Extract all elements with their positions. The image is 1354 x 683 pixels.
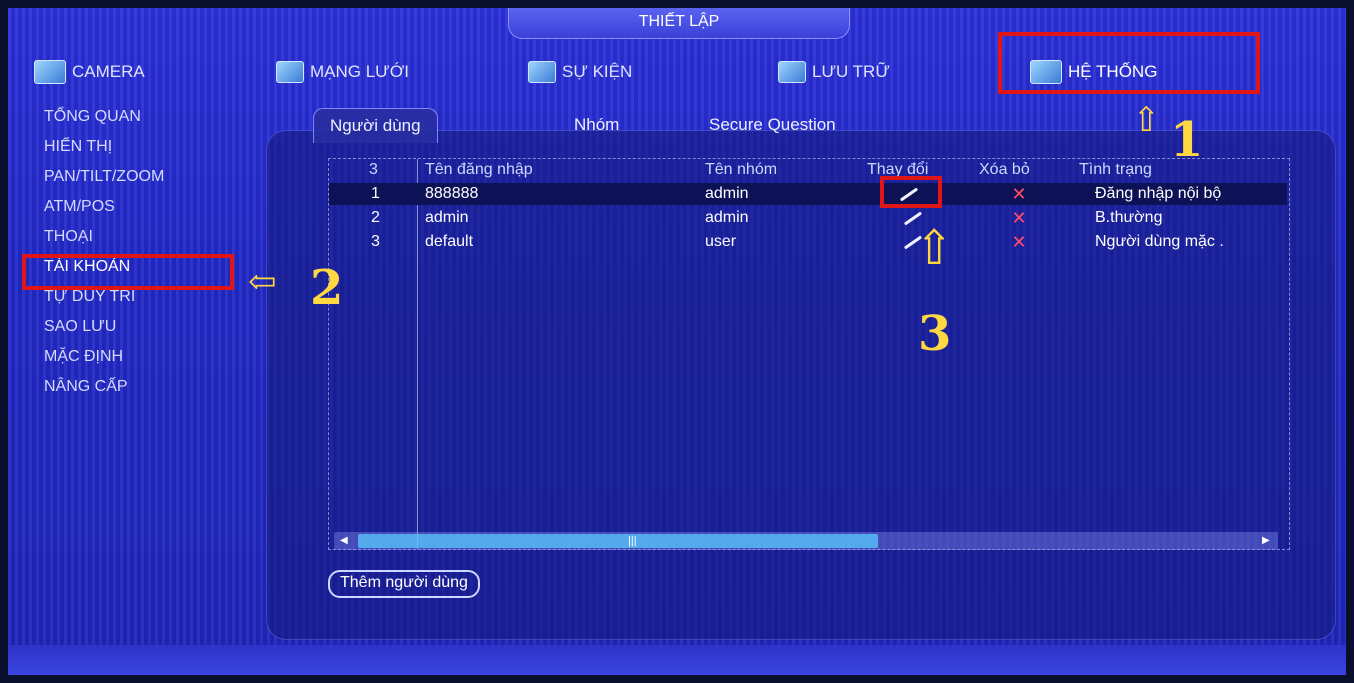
row-group: admin	[705, 185, 749, 202]
header-group[interactable]: Tên nhóm	[705, 159, 777, 181]
table-row[interactable]: 1 888888 admin ✕ Đăng nhập nội bộ	[329, 183, 1287, 205]
nav-network[interactable]: MẠNG LƯỚI	[276, 54, 409, 90]
annotation-step-2: 2	[310, 260, 344, 316]
add-user-button[interactable]: Thêm người dùng	[328, 570, 480, 598]
sidebar-item-backup[interactable]: SAO LƯU	[30, 312, 250, 342]
row-index: 1	[371, 185, 380, 202]
row-index: 2	[371, 209, 380, 226]
screen: THIẾT LẬP CAMERA MẠNG LƯỚI SỰ KIỆN LƯU T…	[8, 8, 1346, 675]
nav-event[interactable]: SỰ KIỆN	[528, 54, 632, 90]
nav-system-label: HỆ THỐNG	[1068, 62, 1158, 81]
row-status: Đăng nhập nội bộ	[1095, 185, 1222, 202]
event-icon	[528, 61, 556, 83]
annotation-step-3: 3	[918, 306, 952, 362]
sidebar: TỔNG QUAN HIỂN THỊ PAN/TILT/ZOOM ATM/POS…	[30, 102, 250, 402]
nav-network-label: MẠNG LƯỚI	[310, 62, 409, 81]
tab-groups[interactable]: Nhóm	[558, 108, 635, 142]
row-group: admin	[705, 209, 749, 226]
sidebar-item-overview[interactable]: TỔNG QUAN	[30, 102, 250, 132]
edit-icon[interactable]	[897, 187, 919, 201]
camera-icon	[34, 60, 66, 84]
row-status: B.thường	[1095, 209, 1163, 226]
delete-icon[interactable]: ✕	[1011, 209, 1027, 227]
nav-camera[interactable]: CAMERA	[34, 54, 145, 90]
table-row[interactable]: 2 admin admin ✕ B.thường	[329, 207, 1287, 229]
delete-icon[interactable]: ✕	[1011, 185, 1027, 203]
nav-event-label: SỰ KIỆN	[562, 62, 633, 81]
tab-users[interactable]: Người dùng	[313, 108, 438, 143]
header-delete: Xóa bỏ	[979, 161, 1030, 178]
row-group: user	[705, 233, 737, 250]
sidebar-item-auto-maintain[interactable]: TỰ DUY TRÌ	[30, 282, 250, 312]
user-table: 3 Tên đăng nhập Tên nhóm Thay đổi Xóa bỏ…	[328, 158, 1290, 550]
nav-storage[interactable]: LƯU TRỮ	[778, 54, 890, 90]
nav-storage-label: LƯU TRỮ	[812, 62, 890, 81]
row-username: default	[425, 233, 474, 250]
sidebar-item-display[interactable]: HIỂN THỊ	[30, 132, 250, 162]
header-modify: Thay đổi	[867, 161, 929, 178]
sidebar-item-account[interactable]: TÀI KHOẢN	[30, 252, 250, 282]
horizontal-scrollbar[interactable]: ◀ ||| ▶	[334, 532, 1278, 550]
sidebar-item-upgrade[interactable]: NÂNG CẤP	[30, 372, 250, 402]
sidebar-item-atm-pos[interactable]: ATM/POS	[30, 192, 250, 222]
system-icon	[1030, 60, 1062, 84]
storage-icon	[778, 61, 806, 83]
sidebar-item-ptz[interactable]: PAN/TILT/ZOOM	[30, 162, 250, 192]
grip-icon: |||	[628, 535, 637, 547]
sidebar-item-default[interactable]: MẶC ĐỊNH	[30, 342, 250, 372]
sidebar-item-voice[interactable]: THOẠI	[30, 222, 250, 252]
tab-secure-question[interactable]: Secure Question	[693, 108, 852, 142]
nav-system[interactable]: HỆ THỐNG	[1030, 54, 1157, 90]
nav-camera-label: CAMERA	[72, 62, 145, 81]
header-username[interactable]: Tên đăng nhập	[425, 159, 533, 181]
scroll-right-icon[interactable]: ▶	[1262, 534, 1272, 548]
delete-icon[interactable]: ✕	[1011, 233, 1027, 251]
up-arrow-icon: ⇧	[1132, 100, 1161, 140]
up-arrow-icon: ⇧	[914, 220, 955, 276]
left-arrow-icon: ⇦	[248, 262, 277, 302]
scroll-thumb[interactable]: |||	[358, 534, 878, 548]
bottom-bar	[8, 645, 1346, 675]
table-row[interactable]: 3 default user ✕ Người dùng mặc .	[329, 231, 1287, 253]
row-index: 3	[371, 233, 380, 250]
annotation-step-1: 1	[1170, 112, 1204, 168]
top-nav: CAMERA MẠNG LƯỚI SỰ KIỆN LƯU TRỮ HỆ THỐN…	[8, 48, 1346, 98]
page-title: THIẾT LẬP	[508, 8, 850, 39]
network-icon	[276, 61, 304, 83]
header-count: 3	[369, 161, 378, 178]
row-username: 888888	[425, 185, 479, 202]
scroll-left-icon[interactable]: ◀	[340, 534, 350, 548]
row-username: admin	[425, 209, 469, 226]
header-status: Tình trạng	[1079, 161, 1152, 178]
row-status: Người dùng mặc .	[1095, 233, 1224, 250]
